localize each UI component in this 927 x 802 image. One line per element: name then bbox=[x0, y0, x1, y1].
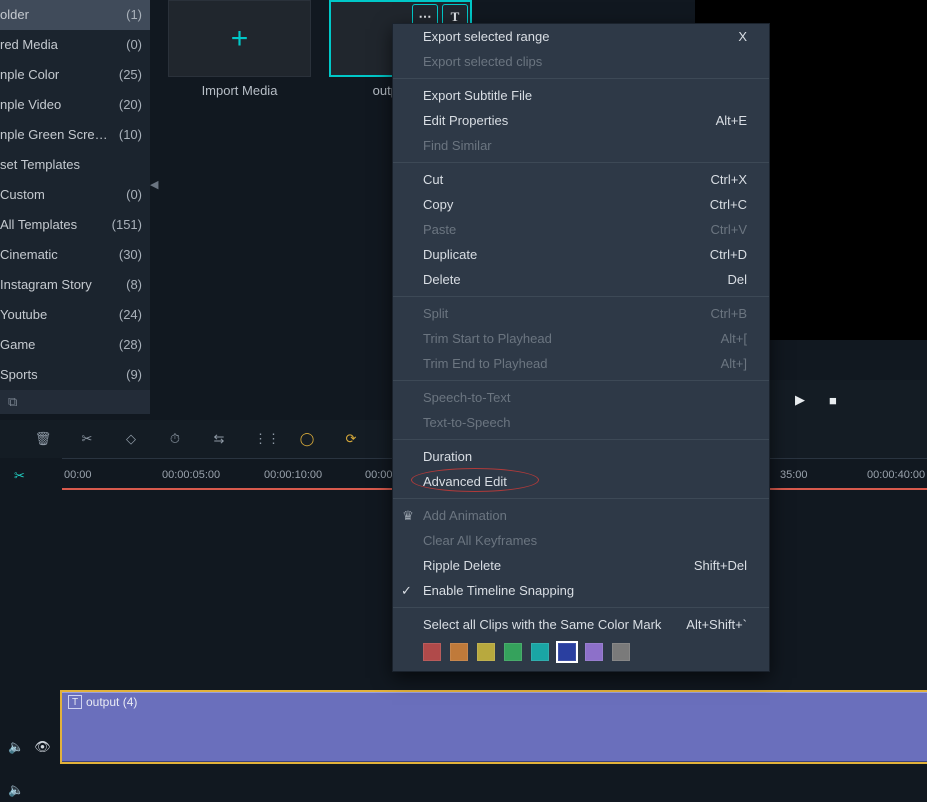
menu-shortcut: Alt+] bbox=[721, 356, 747, 371]
menu-paste: Paste Ctrl+V bbox=[393, 217, 769, 242]
menu-enable-snapping[interactable]: ✓ Enable Timeline Snapping bbox=[393, 578, 769, 603]
menu-advanced-edit[interactable]: Advanced Edit bbox=[393, 469, 769, 494]
menu-split: Split Ctrl+B bbox=[393, 301, 769, 326]
stop-button[interactable]: ■ bbox=[829, 393, 837, 408]
menu-shortcut: Ctrl+X bbox=[711, 172, 747, 187]
menu-duration[interactable]: Duration bbox=[393, 444, 769, 469]
play-button[interactable]: ▶ bbox=[795, 392, 805, 408]
menu-export-subtitle-file[interactable]: Export Subtitle File bbox=[393, 83, 769, 108]
audio-track-head: 🔈 bbox=[0, 778, 62, 802]
sidebar-item-sample-color[interactable]: nple Color (25) bbox=[0, 60, 150, 90]
folder-add-icon: ⧉ bbox=[8, 394, 17, 410]
mute-icon[interactable]: 🔈 bbox=[8, 739, 24, 755]
menu-separator bbox=[393, 296, 769, 297]
color-icon[interactable]: ◯ bbox=[298, 431, 316, 447]
menu-shortcut: Ctrl+B bbox=[711, 306, 747, 321]
menu-edit-properties[interactable]: Edit Properties Alt+E bbox=[393, 108, 769, 133]
menu-shortcut: Ctrl+V bbox=[711, 222, 747, 237]
color-swatch[interactable] bbox=[450, 643, 468, 661]
menu-shortcut: Ctrl+C bbox=[710, 197, 747, 212]
razor-tool-icon[interactable]: ✂ bbox=[14, 468, 25, 484]
sidebar-item-sample-video[interactable]: nple Video (20) bbox=[0, 90, 150, 120]
menu-clear-keyframes: Clear All Keyframes bbox=[393, 528, 769, 553]
plus-icon: + bbox=[231, 22, 249, 56]
menu-separator bbox=[393, 78, 769, 79]
menu-separator bbox=[393, 607, 769, 608]
ruler-tick: 35:00 bbox=[780, 469, 808, 481]
crown-icon: ♛ bbox=[401, 508, 415, 524]
menu-ripple-delete[interactable]: Ripple Delete Shift+Del bbox=[393, 553, 769, 578]
menu-shortcut: X bbox=[738, 29, 747, 44]
menu-shortcut: Alt+E bbox=[716, 113, 747, 128]
audio-icon[interactable]: ⋮⋮ bbox=[254, 431, 272, 447]
sidebar-item-game[interactable]: Game (28) bbox=[0, 330, 150, 360]
timeline-clip-output4[interactable]: T output (4) bbox=[62, 692, 927, 762]
menu-shortcut: Del bbox=[727, 272, 747, 287]
sidebar-item-sample-green-screen[interactable]: nple Green Scre… (10) bbox=[0, 120, 150, 150]
color-swatch[interactable] bbox=[504, 643, 522, 661]
import-media-label: Import Media bbox=[202, 83, 278, 98]
menu-separator bbox=[393, 162, 769, 163]
ruler-tick: 00:00:05:00 bbox=[162, 469, 220, 481]
sidebar-item-instagram-story[interactable]: Instagram Story (8) bbox=[0, 270, 150, 300]
menu-trim-end: Trim End to Playhead Alt+] bbox=[393, 351, 769, 376]
video-track-head: 🔈 👁 bbox=[0, 712, 62, 782]
ruler-tick: 00:00:40:00 bbox=[867, 469, 925, 481]
sidebar-item-all-templates[interactable]: All Templates (151) bbox=[0, 210, 150, 240]
color-swatch[interactable] bbox=[612, 643, 630, 661]
menu-select-by-color[interactable]: Select all Clips with the Same Color Mar… bbox=[393, 612, 769, 637]
color-swatch-row bbox=[393, 637, 769, 671]
clip-context-menu: Export selected range X Export selected … bbox=[392, 23, 770, 672]
menu-separator bbox=[393, 498, 769, 499]
check-icon: ✓ bbox=[401, 583, 412, 599]
mask-icon[interactable]: ⟳ bbox=[342, 431, 360, 447]
color-swatch[interactable] bbox=[558, 643, 576, 661]
speed-icon[interactable]: ⏱ bbox=[166, 431, 184, 447]
sidebar-item-folder[interactable]: older (1) bbox=[0, 0, 150, 30]
mute-icon[interactable]: 🔈 bbox=[8, 782, 24, 798]
ruler-tick: 00:00:10:00 bbox=[264, 469, 322, 481]
clip-type-icon: T bbox=[68, 695, 82, 709]
tag-icon[interactable]: ◇ bbox=[122, 431, 140, 447]
media-sidebar: older (1) red Media (0) nple Color (25) … bbox=[0, 0, 150, 414]
menu-shortcut: Alt+Shift+` bbox=[686, 617, 747, 632]
ruler-tick: 00:00 bbox=[64, 469, 92, 481]
menu-delete[interactable]: Delete Del bbox=[393, 267, 769, 292]
color-swatch[interactable] bbox=[477, 643, 495, 661]
trash-icon[interactable]: 🗑 bbox=[34, 431, 52, 447]
sidebar-item-cinematic[interactable]: Cinematic (30) bbox=[0, 240, 150, 270]
menu-shortcut: Alt+[ bbox=[721, 331, 747, 346]
menu-cut[interactable]: Cut Ctrl+X bbox=[393, 167, 769, 192]
adjust-icon[interactable]: ⇆ bbox=[210, 431, 228, 447]
menu-separator bbox=[393, 380, 769, 381]
sidebar-item-sports[interactable]: Sports (9) bbox=[0, 360, 150, 390]
menu-add-animation: ♛ Add Animation bbox=[393, 503, 769, 528]
scissors-icon[interactable]: ✂ bbox=[78, 431, 96, 447]
import-media-tile[interactable]: + Import Media bbox=[168, 0, 311, 98]
menu-find-similar: Find Similar bbox=[393, 133, 769, 158]
menu-speech-to-text: Speech-to-Text bbox=[393, 385, 769, 410]
color-swatch[interactable] bbox=[531, 643, 549, 661]
menu-text-to-speech: Text-to-Speech bbox=[393, 410, 769, 435]
menu-duplicate[interactable]: Duplicate Ctrl+D bbox=[393, 242, 769, 267]
sidebar-item-youtube[interactable]: Youtube (24) bbox=[0, 300, 150, 330]
sidebar-item-shared-media[interactable]: red Media (0) bbox=[0, 30, 150, 60]
color-swatch[interactable] bbox=[585, 643, 603, 661]
menu-separator bbox=[393, 439, 769, 440]
sidebar-footer[interactable]: ⧉ bbox=[0, 390, 150, 414]
visibility-icon[interactable]: 👁 bbox=[34, 739, 51, 755]
clip-label: output (4) bbox=[86, 695, 137, 709]
menu-trim-start: Trim Start to Playhead Alt+[ bbox=[393, 326, 769, 351]
sidebar-item-preset-templates[interactable]: set Templates bbox=[0, 150, 150, 180]
menu-export-selected-clips: Export selected clips bbox=[393, 49, 769, 74]
sidebar-item-custom[interactable]: Custom (0) bbox=[0, 180, 150, 210]
sidebar-collapse-icon[interactable]: ◀ bbox=[150, 178, 160, 192]
menu-shortcut: Shift+Del bbox=[694, 558, 747, 573]
color-swatch[interactable] bbox=[423, 643, 441, 661]
menu-export-selected-range[interactable]: Export selected range X bbox=[393, 24, 769, 49]
menu-copy[interactable]: Copy Ctrl+C bbox=[393, 192, 769, 217]
menu-shortcut: Ctrl+D bbox=[710, 247, 747, 262]
